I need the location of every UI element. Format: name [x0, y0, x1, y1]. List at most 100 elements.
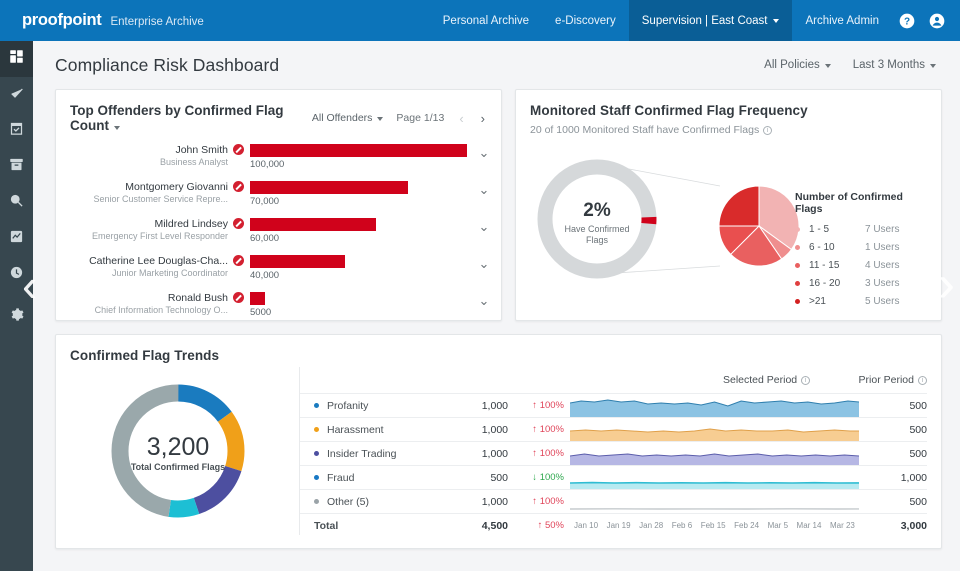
account-icon[interactable]: [922, 0, 952, 41]
offender-expand-icon[interactable]: ⌄: [467, 290, 501, 309]
offender-row[interactable]: Mildred Lindsey Emergency First Level Re…: [56, 216, 501, 253]
page-header: Compliance Risk Dashboard All Policies L…: [33, 41, 960, 89]
legend-value: 7 Users: [865, 224, 900, 235]
sidebar-item-history[interactable]: [0, 257, 33, 293]
policy-filter-dropdown[interactable]: All Policies: [764, 59, 831, 71]
date-filter-label: Last 3 Months: [852, 59, 925, 71]
axis-tick: Feb 24: [734, 521, 760, 530]
category-color-dot: [314, 475, 319, 480]
frequency-pie: [718, 185, 800, 267]
search-icon: [9, 193, 24, 213]
offender-row[interactable]: Montgomery Giovanni Senior Customer Serv…: [56, 179, 501, 216]
report-chart-icon: [9, 229, 24, 249]
offender-expand-icon[interactable]: ⌄: [467, 179, 501, 198]
brand-subtitle: Enterprise Archive: [110, 16, 204, 28]
frequency-subtitle: 20 of 1000 Monitored Staff have Confirme…: [530, 124, 760, 136]
trend-category: Harassment: [300, 424, 452, 436]
legend-item[interactable]: >21 5 Users: [795, 296, 927, 307]
table-row[interactable]: Fraud 500 ↓ 100% 1,000: [300, 465, 927, 489]
donut-percent-label: 2%: [583, 200, 611, 221]
offenders-title-dropdown[interactable]: Top Offenders by Confirmed Flag Count: [70, 103, 312, 133]
offender-role: Chief Information Technology O...: [94, 305, 228, 315]
trends-title: Confirmed Flag Trends: [70, 348, 220, 363]
offender-name: John Smith: [175, 144, 228, 156]
dashboard-icon: [9, 49, 24, 69]
nav-item-supervision[interactable]: Supervision | East Coast: [628, 0, 793, 41]
legend-item[interactable]: 16 - 20 3 Users: [795, 278, 927, 289]
legend-item[interactable]: 11 - 15 4 Users: [795, 260, 927, 271]
info-icon[interactable]: i: [801, 375, 811, 385]
frequency-title: Monitored Staff Confirmed Flag Frequency: [530, 103, 808, 118]
sidebar-item-scheduled[interactable]: [0, 113, 33, 149]
offenders-next-page-icon[interactable]: ›: [479, 112, 487, 125]
offender-row[interactable]: John Smith Business Analyst 100,000 ⌄: [56, 142, 501, 179]
monitored-staff-frequency-card: Monitored Staff Confirmed Flag Frequency…: [515, 89, 942, 321]
help-icon[interactable]: ?: [892, 0, 922, 41]
legend-item[interactable]: 6 - 10 1 Users: [795, 242, 927, 253]
sparkline-insider-trading: [569, 443, 860, 465]
brand[interactable]: proofpoint Enterprise Archive: [0, 11, 204, 30]
date-range-filter-dropdown[interactable]: Last 3 Months: [853, 59, 936, 71]
change-value: ↑ 100%: [532, 424, 564, 435]
offenders-card-header: Top Offenders by Confirmed Flag Count Al…: [56, 90, 501, 133]
policy-filter-label: All Policies: [764, 59, 820, 71]
axis-tick: Mar 14: [796, 521, 822, 530]
category-label: Other (5): [327, 495, 370, 508]
offender-expand-icon[interactable]: ⌄: [467, 253, 501, 272]
info-icon[interactable]: i: [763, 125, 773, 135]
legend-label: 6 - 10: [809, 242, 835, 253]
legend-item[interactable]: 1 - 5 7 Users: [795, 224, 927, 235]
offender-expand-icon[interactable]: ⌄: [467, 216, 501, 235]
blocked-user-icon: [233, 255, 244, 266]
axis-tick: Feb 15: [700, 521, 726, 530]
nav-item-archive-admin[interactable]: Archive Admin: [792, 0, 892, 41]
trend-category: Profanity: [300, 400, 452, 412]
legend-color-dot: [795, 227, 800, 232]
table-row[interactable]: Harassment 1,000 ↑ 100% 500: [300, 417, 927, 441]
trends-donut-area: 3,200 Total Confirmed Flags: [56, 367, 299, 535]
frequency-card-header: Monitored Staff Confirmed Flag Frequency: [516, 90, 941, 118]
offender-row[interactable]: Catherine Lee Douglas-Cha... Junior Mark…: [56, 253, 501, 290]
left-sidebar-rail: [0, 41, 33, 571]
axis-tick: Jan 28: [639, 521, 664, 530]
total-label: Total: [314, 519, 339, 532]
sidebar-item-search[interactable]: [0, 185, 33, 221]
change-pct: 100%: [539, 448, 564, 459]
nav-label: e-Discovery: [555, 14, 616, 27]
offender-row[interactable]: Ronald Bush Chief Information Technology…: [56, 290, 501, 327]
offender-value: 100,000: [250, 159, 285, 170]
nav-item-personal-archive[interactable]: Personal Archive: [430, 0, 542, 41]
offenders-prev-page-icon[interactable]: ‹: [457, 112, 465, 125]
table-row[interactable]: Other (5) 1,000 ↑ 100% 500: [300, 489, 927, 513]
legend-value: 5 Users: [865, 296, 900, 307]
offender-bar-wrap: 60,000: [250, 216, 467, 244]
offenders-scope-label: All Offenders: [311, 112, 373, 124]
app-root: proofpoint Enterprise Archive Personal A…: [0, 0, 960, 571]
info-icon[interactable]: i: [918, 375, 927, 385]
nav-label: Personal Archive: [442, 14, 530, 27]
offenders-page-indicator: Page 1/13: [396, 112, 445, 124]
sidebar-item-dashboard[interactable]: [0, 41, 33, 77]
sidebar-item-settings[interactable]: [0, 299, 33, 335]
sidebar-item-reports[interactable]: [0, 221, 33, 257]
sidebar-item-archive[interactable]: [0, 149, 33, 185]
check-icon: [9, 85, 25, 106]
offenders-scope-dropdown[interactable]: All Offenders: [312, 112, 384, 124]
selected-period-header: Selected Period i: [723, 374, 811, 386]
sidebar-item-review[interactable]: [0, 77, 33, 113]
page-title: Compliance Risk Dashboard: [55, 54, 280, 75]
chevron-down-icon: [930, 64, 936, 68]
nav-label: Supervision | East Coast: [641, 14, 768, 27]
offender-bar-wrap: 40,000: [250, 253, 467, 281]
change-value: ↑ 100%: [532, 448, 564, 459]
table-row[interactable]: Profanity 1,000 ↑ 100% 500: [300, 393, 927, 417]
calendar-check-icon: [9, 121, 24, 141]
chevron-down-icon: [824, 64, 831, 68]
table-row[interactable]: Insider Trading 1,000 ↑ 100% 500: [300, 441, 927, 465]
frequency-subtitle-wrap: 20 of 1000 Monitored Staff have Confirme…: [516, 118, 941, 136]
offender-bar: [250, 218, 376, 231]
table-total-row: Total 4,500 ↑ 50% Jan 10 Jan 19 Jan 28 F…: [300, 513, 927, 537]
category-color-dot: [314, 451, 319, 456]
nav-item-e-discovery[interactable]: e-Discovery: [542, 0, 629, 41]
offender-expand-icon[interactable]: ⌄: [467, 142, 501, 161]
